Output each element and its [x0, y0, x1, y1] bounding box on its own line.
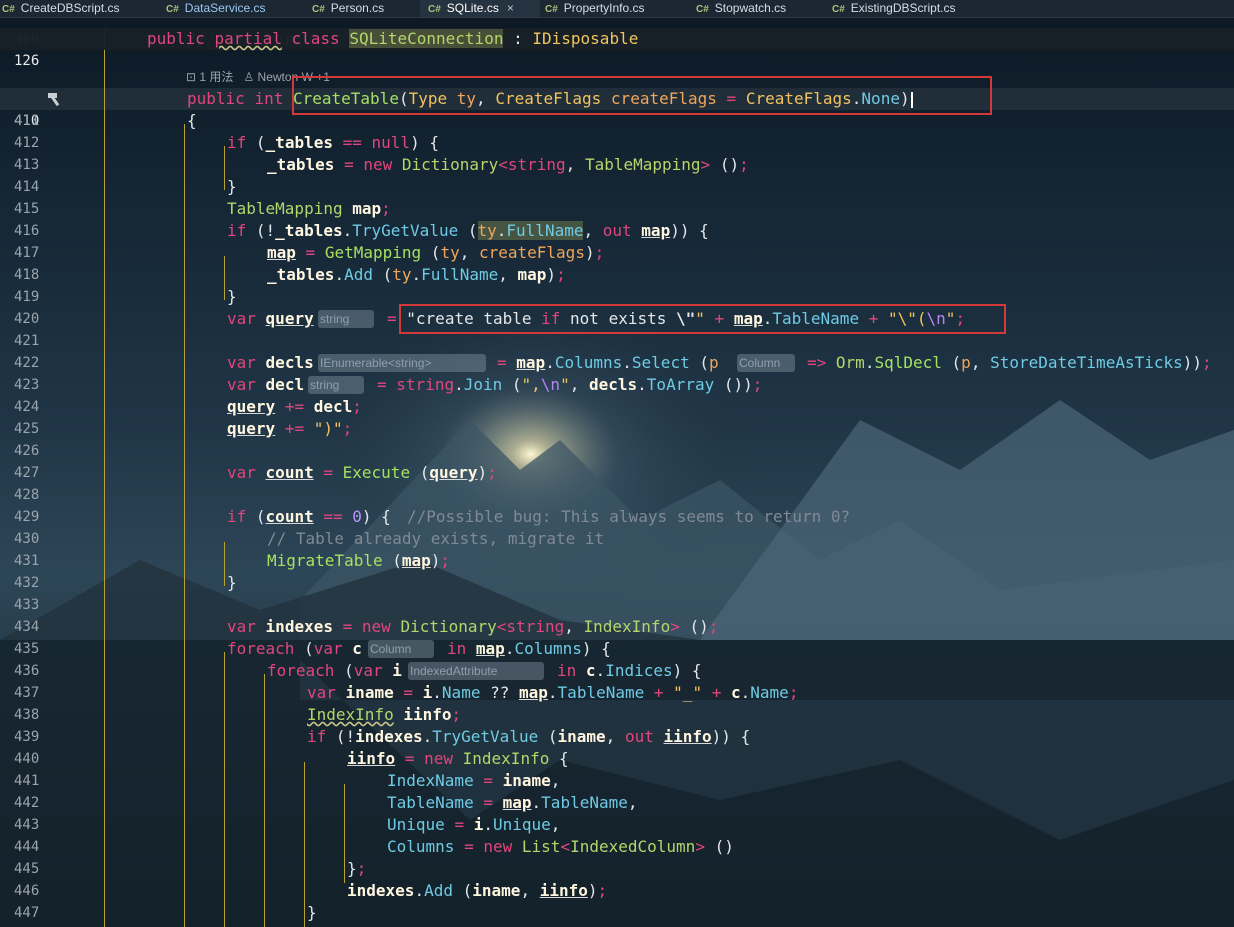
inlay-type-hint: Column: [368, 640, 434, 658]
csharp-file-icon: C#: [428, 4, 441, 15]
tab-label: SQLite.cs: [446, 1, 499, 15]
highlight-box-query: [399, 304, 1006, 334]
tab-createdbscript[interactable]: C# CreateDBScript.cs: [2, 0, 152, 17]
code-row: 416 if (!_tables.TryGetValue (ty.FullName…: [14, 221, 709, 240]
code-row: 422 var decls IEnumerable<string> = map.Col…: [14, 353, 1212, 372]
editor-tab-bar: C# CreateDBScript.cs C# DataService.cs C# P…: [0, 0, 1234, 18]
code-editor[interactable]: 409/// </returns> 410 public int CreateT…: [0, 28, 1234, 927]
code-row: 446 indexes.Add (iname, iinfo);: [14, 881, 608, 900]
code-row: 429 if (count == 0) { //Possible bug: Thi…: [14, 507, 851, 526]
code-row: 436 foreach (var i IndexedAttribute in c.In…: [14, 661, 702, 680]
csharp-file-icon: C#: [166, 4, 179, 15]
code-row: 425 query += ")";: [14, 419, 353, 438]
inlay-type-hint: Column: [737, 354, 795, 372]
code-row: 442 TableName = map.TableName,: [14, 793, 638, 812]
user-icon: ♙: [243, 70, 255, 84]
tab-label: PropertyInfo.cs: [563, 1, 645, 15]
code-row: 426: [14, 443, 40, 459]
hammer-icon[interactable]: [46, 91, 64, 107]
usages-count: 1 用法: [199, 70, 234, 84]
line-number: 126: [14, 53, 40, 69]
code-row: 441 IndexName = iname,: [14, 771, 561, 790]
sticky-scroll-header[interactable]: 126 public partial class SQLiteConnectio…: [0, 28, 1234, 69]
tab-label: Person.cs: [330, 1, 385, 15]
code-row: 418 _tables.Add (ty.FullName, map);: [14, 265, 566, 284]
inlay-type-hint: IndexedAttribute: [408, 662, 544, 680]
code-row: 434 var indexes = new Dictionary<string, …: [14, 617, 719, 636]
csharp-file-icon: C#: [312, 4, 325, 15]
code-row: 428: [14, 487, 40, 503]
close-icon[interactable]: ×: [507, 1, 514, 15]
code-line: public partial class SQLiteConnection : …: [147, 29, 639, 48]
code-row: 414}: [14, 177, 237, 196]
code-row: 437 var iname = i.Name ?? map.TableName +…: [14, 683, 799, 702]
code-row: 439 if (!indexes.TryGetValue (iname, out …: [14, 727, 751, 746]
code-row: 432}: [14, 573, 237, 592]
inlay-type-hint: string: [318, 310, 374, 328]
usages-icon: ⊡: [186, 70, 197, 84]
code-row: 435 foreach (var c Column in map.Columns) {: [14, 639, 611, 658]
csharp-file-icon: C#: [545, 4, 558, 15]
tab-label: CreateDBScript.cs: [20, 1, 120, 15]
tab-label: Stopwatch.cs: [714, 1, 787, 15]
code-row: 417 map = GetMapping (ty, createFlags);: [14, 243, 605, 262]
code-comment: // Table already exists, migrate it: [267, 529, 605, 548]
code-row: 415 TableMapping map;: [14, 199, 391, 218]
tab-dataservice[interactable]: C# DataService.cs: [166, 0, 306, 17]
code-row: 431 MigrateTable (map);: [14, 551, 451, 570]
code-row: 447}: [14, 903, 317, 922]
code-comment: //Possible bug: This always seems to ret…: [407, 507, 851, 526]
code-row: 438 IndexInfo iinfo;: [14, 705, 462, 724]
code-row: 440 iinfo = new IndexInfo {: [14, 749, 569, 768]
tab-propertyinfo[interactable]: C# PropertyInfo.cs: [545, 0, 685, 17]
code-row: 412 if (_tables == null) {: [14, 133, 439, 152]
tab-label: DataService.cs: [184, 1, 266, 15]
tab-sqlite[interactable]: C# SQLite.cs ×: [420, 0, 540, 17]
tab-label: ExistingDBScript.cs: [850, 1, 956, 15]
csharp-file-icon: C#: [696, 4, 709, 15]
tab-stopwatch[interactable]: C# Stopwatch.cs: [696, 0, 820, 17]
tab-person[interactable]: C# Person.cs: [312, 0, 418, 17]
code-row: 444 Columns = new List<IndexedColumn> (): [14, 837, 734, 856]
tab-existingdbscript[interactable]: C# ExistingDBScript.cs: [832, 0, 1002, 17]
inlay-type-hint: string: [308, 376, 364, 394]
code-row: 423 var decl string = string.Join (",\n", d…: [14, 375, 763, 394]
code-row: 427 var count = Execute (query);: [14, 463, 497, 482]
code-row: 445};: [14, 859, 367, 878]
code-row: 424 query += decl;: [14, 397, 362, 416]
csharp-file-icon: C#: [832, 4, 845, 15]
inlay-type-hint: IEnumerable<string>: [318, 354, 486, 372]
highlight-box-signature: [292, 76, 992, 115]
csharp-file-icon: C#: [2, 4, 15, 15]
code-row: 443 Unique = i.Unique,: [14, 815, 561, 834]
code-row: 430// Table already exists, migrate it: [14, 529, 605, 548]
code-row: 413 _tables = new Dictionary<string, Tabl…: [14, 155, 749, 174]
code-row: 433: [14, 597, 40, 613]
